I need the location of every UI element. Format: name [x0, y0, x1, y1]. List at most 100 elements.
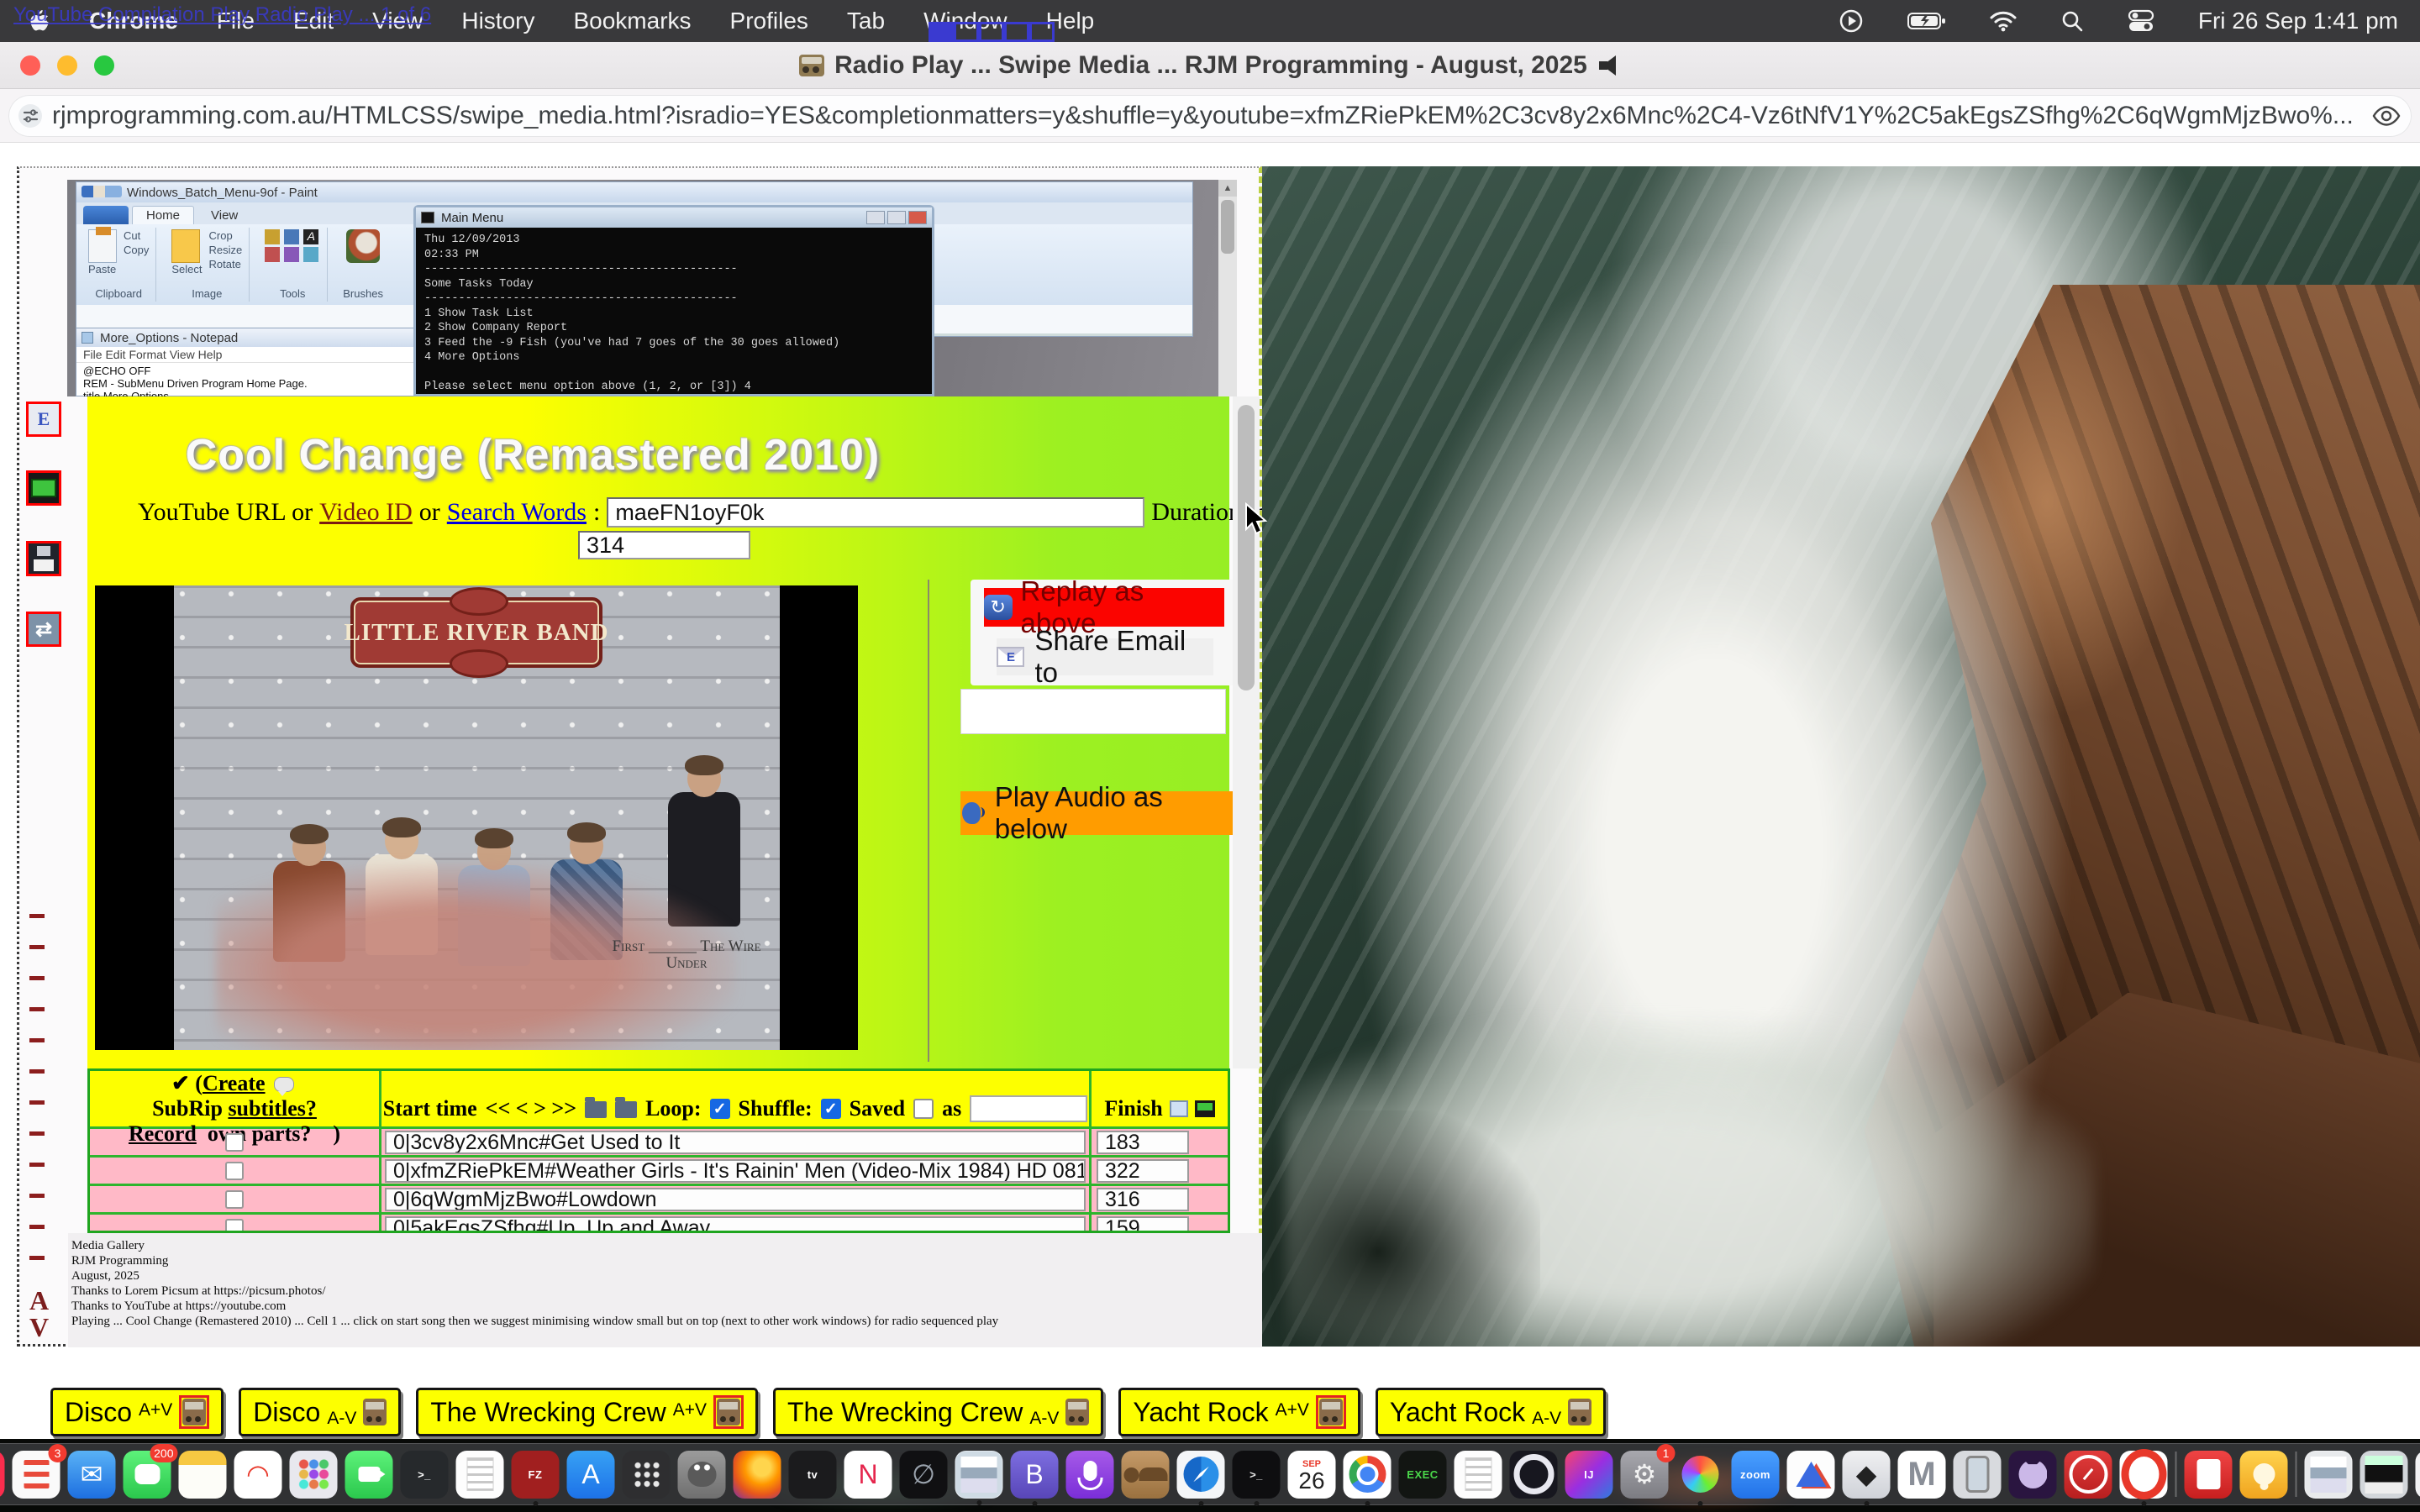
dock-messages-icon[interactable]: 200 — [124, 1451, 171, 1499]
url-text[interactable]: rjmprogramming.com.au/HTMLCSS/swipe_medi… — [52, 102, 2361, 130]
close-window-button[interactable] — [20, 55, 40, 76]
dock-mamp-icon[interactable] — [1898, 1451, 1946, 1499]
page-scrollbar[interactable] — [1233, 396, 1260, 1068]
dock-news-icon[interactable]: N — [844, 1451, 892, 1499]
dock-cards-app-icon[interactable] — [2185, 1451, 2233, 1499]
dock-iphone-mirroring-icon[interactable] — [1954, 1451, 2002, 1499]
dock-document-icon[interactable] — [1455, 1451, 1502, 1499]
song-input[interactable]: 0|6qWgmMjzBwo#Lowdown — [385, 1188, 1086, 1211]
console-close-button[interactable] — [908, 211, 927, 224]
paint-brushes-icon[interactable] — [346, 229, 380, 263]
subtitles-link[interactable]: subtitles? — [228, 1096, 316, 1121]
youtube-url-input[interactable]: maeFN1oyF0k — [607, 497, 1144, 528]
wifi-icon[interactable] — [1990, 10, 2017, 32]
station-button-the-wrecking-crew-a+v[interactable]: The Wrecking CrewA+V — [416, 1388, 758, 1436]
shuffle-checkbox[interactable]: ✓ — [821, 1099, 841, 1119]
finish-input[interactable]: 322 — [1097, 1159, 1189, 1183]
dock-lightbulb-app-icon[interactable] — [2240, 1451, 2288, 1499]
menu-item-tab[interactable]: Tab — [847, 8, 885, 34]
media-gallery-radio-icon[interactable] — [26, 470, 61, 506]
search-words-link[interactable]: Search Words — [447, 498, 587, 527]
dock-podcasts-icon[interactable] — [1066, 1451, 1114, 1499]
share-email-input[interactable] — [960, 689, 1226, 734]
dock-calendar-icon[interactable]: SEP26 — [1288, 1451, 1336, 1499]
dock-quicktime-icon[interactable] — [1510, 1451, 1558, 1499]
replay-button[interactable]: ↻ Replay as above — [984, 588, 1224, 627]
dock-opera-icon[interactable] — [2120, 1451, 2168, 1499]
save-disk-icon[interactable] — [26, 541, 61, 576]
menu-item-bookmarks[interactable]: Bookmarks — [573, 8, 691, 34]
paint-tab-view[interactable]: View — [197, 207, 251, 224]
saved-as-input[interactable] — [970, 1095, 1087, 1122]
dock-speedometer-icon[interactable] — [2065, 1451, 2112, 1499]
share-email-icon[interactable] — [26, 402, 61, 437]
finish-radio-icon[interactable] — [1195, 1100, 1215, 1117]
dock-bbedit-icon[interactable]: B — [1011, 1451, 1059, 1499]
folder-icon[interactable] — [615, 1101, 637, 1118]
address-bar[interactable]: rjmprogramming.com.au/HTMLCSS/swipe_medi… — [8, 95, 2412, 137]
station-button-yacht-rock-a+v[interactable]: Yacht RockA+V — [1118, 1388, 1360, 1436]
dock-prism-app-icon[interactable] — [1787, 1451, 1835, 1499]
page-scrollbar-thumb[interactable] — [1238, 405, 1255, 690]
dock-blocked-app-icon[interactable]: ∅ — [900, 1451, 948, 1499]
finish-input[interactable]: 159 — [1097, 1216, 1189, 1233]
dock-apple-tv-icon[interactable]: tv — [789, 1451, 837, 1499]
dock-filezilla-icon[interactable]: FZ — [512, 1451, 560, 1499]
folder-icon[interactable] — [585, 1101, 607, 1118]
paint-select-icon[interactable] — [171, 229, 200, 263]
video-id-link[interactable]: Video ID — [319, 498, 413, 527]
share-email-button[interactable]: Share Email to — [997, 638, 1213, 675]
dock-textedit-icon[interactable] — [456, 1451, 504, 1499]
spotlight-search-icon[interactable] — [2060, 9, 2084, 33]
shuffle-icon[interactable]: ⇄ — [26, 612, 61, 647]
finish-window-icon[interactable] — [1170, 1100, 1188, 1117]
seek-controls[interactable]: << < > >> — [486, 1096, 576, 1121]
song-input[interactable]: 0|xfmZRiePkEM#Weather Girls - It's Raini… — [385, 1159, 1086, 1183]
station-button-the-wrecking-crew-a-v[interactable]: The Wrecking CrewA-V — [773, 1388, 1103, 1436]
paint-resize[interactable]: Resize — [209, 244, 243, 256]
dock-iterm-icon[interactable]: >_ — [1233, 1451, 1281, 1499]
dock-intellij-icon[interactable]: IJ — [1565, 1451, 1613, 1499]
site-settings-icon[interactable] — [8, 95, 52, 137]
screen-record-icon[interactable] — [1839, 8, 1864, 34]
dock-cat-app-icon[interactable] — [2009, 1451, 2057, 1499]
dock-minimized-window-3-icon[interactable] — [2416, 1451, 2420, 1499]
saved-checkbox[interactable] — [913, 1099, 934, 1119]
dock-settings-gear-icon[interactable]: ⚙1 — [1621, 1451, 1669, 1499]
minimize-window-button[interactable] — [57, 55, 77, 76]
finish-input[interactable]: 183 — [1097, 1131, 1189, 1154]
play-audio-button[interactable]: Play Audio as below — [960, 791, 1233, 835]
finish-input[interactable]: 316 — [1097, 1188, 1189, 1211]
station-button-disco-a-v[interactable]: DiscoA-V — [239, 1388, 401, 1436]
paint-copy[interactable]: Copy — [124, 244, 149, 256]
paint-cut[interactable]: Cut — [124, 229, 149, 242]
dock-safari-icon[interactable] — [1177, 1451, 1225, 1499]
dock-keypad-app-icon[interactable] — [623, 1451, 671, 1499]
reading-mode-eye-icon[interactable] — [2361, 105, 2412, 127]
dock-palette-icon[interactable] — [1676, 1451, 1724, 1499]
song-input[interactable]: 0|3cv8y2x6Mnc#Get Used to It — [385, 1131, 1086, 1154]
menu-bar-clock[interactable]: Fri 26 Sep 1:41 pm — [2198, 8, 2398, 34]
dock-minimized-window-2-icon[interactable] — [2360, 1451, 2408, 1499]
console-maximize-button[interactable] — [887, 211, 906, 224]
dock-inkscape-icon[interactable]: ◆ — [1843, 1451, 1891, 1499]
station-button-disco-a+v[interactable]: DiscoA+V — [50, 1388, 224, 1436]
song-input[interactable]: 0|5akEgsZSfhg#Up, Up and Away — [385, 1216, 1086, 1233]
dock-gimp-icon[interactable] — [678, 1451, 726, 1499]
loop-checkbox[interactable]: ✓ — [710, 1099, 730, 1119]
paint-tab-home[interactable]: Home — [132, 206, 194, 224]
dock-firefox-icon[interactable] — [734, 1451, 781, 1499]
dock-contacts-book-icon[interactable] — [1122, 1451, 1170, 1499]
ocean-wave-photo[interactable] — [1262, 166, 2420, 1347]
battery-icon[interactable] — [1907, 11, 1946, 31]
collage-scrollbar[interactable] — [1218, 180, 1237, 396]
paint-menu-button[interactable] — [83, 206, 129, 224]
paint-crop[interactable]: Crop — [209, 229, 243, 242]
paint-paste-icon[interactable] — [88, 229, 117, 263]
dock-launchpad-icon[interactable] — [290, 1451, 338, 1499]
dock-chrome-icon[interactable] — [1344, 1451, 1392, 1499]
create-link[interactable]: Create — [203, 1071, 266, 1095]
row-checkbox[interactable] — [225, 1190, 244, 1209]
console-minimize-button[interactable] — [866, 211, 885, 224]
dock-exec-terminal-icon[interactable]: EXEC — [1399, 1451, 1447, 1499]
